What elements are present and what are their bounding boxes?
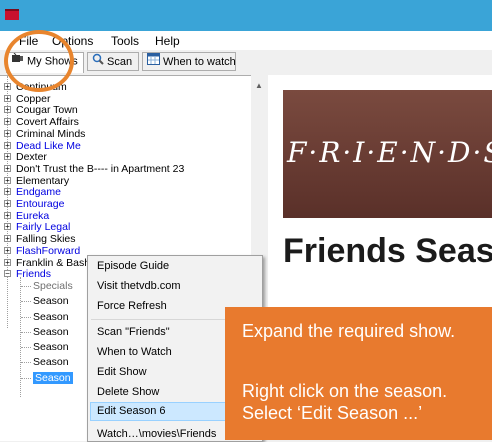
season-item-label: Season <box>33 310 69 323</box>
tree-item-label: Eureka <box>16 209 50 222</box>
expand-icon[interactable]: + <box>4 83 11 91</box>
tree-item-label: Endgame <box>16 186 61 199</box>
tree-connector <box>21 377 31 379</box>
expand-icon[interactable]: + <box>4 258 11 266</box>
menu-item-watch-folder[interactable]: Watch…\movies\Friends <box>97 428 216 440</box>
menu-bar: File Options Tools Help <box>0 31 492 50</box>
show-banner: F·R·I·E·N·D·S <box>283 90 492 218</box>
expand-icon[interactable]: + <box>4 223 11 231</box>
title-bar <box>0 0 492 31</box>
tree-item-label: Cougar Town <box>16 104 78 117</box>
tab-label: Scan <box>107 55 133 68</box>
menu-item-visit-thetvdb[interactable]: Visit thetvdb.com <box>97 280 181 292</box>
tree-connector <box>21 331 31 333</box>
season-item-label-selected: Season <box>33 371 73 384</box>
menu-item-force-refresh[interactable]: Force Refresh <box>97 300 167 312</box>
expand-icon[interactable]: + <box>4 188 11 196</box>
expand-icon[interactable]: + <box>4 246 11 254</box>
tree-connector <box>21 285 31 287</box>
tree-item-label: Dead Like Me <box>16 139 81 152</box>
menu-item-episode-guide[interactable]: Episode Guide <box>97 260 169 272</box>
collapse-icon[interactable]: − <box>4 270 11 278</box>
tree-item-label: Criminal Minds <box>16 127 86 140</box>
tree-connector <box>21 362 31 364</box>
highlight-circle <box>4 30 74 92</box>
tab-when-to-watch[interactable]: When to watch <box>142 52 236 71</box>
expand-icon[interactable]: + <box>4 118 11 126</box>
callout-line-1: Expand the required show. <box>242 321 456 341</box>
season-item-label: Season <box>33 356 69 369</box>
tv-icon[interactable] <box>5 9 19 20</box>
search-icon <box>92 53 104 71</box>
scroll-up-icon[interactable]: ▲ <box>255 81 263 90</box>
menu-item-edit-show[interactable]: Edit Show <box>97 366 147 378</box>
menu-item-when-to-watch[interactable]: When to Watch <box>97 346 172 358</box>
callout-line-3: Select ‘Edit Season ...’ <box>242 403 423 423</box>
tree-connector <box>21 347 31 349</box>
tutorial-callout: Expand the required show. Right click on… <box>225 307 492 440</box>
expand-icon[interactable]: + <box>4 153 11 161</box>
menu-item-delete-show[interactable]: Delete Show <box>97 386 159 398</box>
menu-item-edit-season[interactable]: Edit Season 6 <box>97 405 166 417</box>
tree-item-label: Copper <box>16 92 51 105</box>
tab-scan[interactable]: Scan <box>87 52 139 71</box>
menu-item-scan[interactable]: Scan "Friends" <box>97 326 170 338</box>
season-item-label: Season <box>33 341 69 354</box>
banner-text: F·R·I·E·N·D·S <box>287 136 492 169</box>
tab-label: When to watch <box>163 55 236 68</box>
tree-item-label: Elementary <box>16 174 70 187</box>
expand-icon[interactable]: + <box>4 94 11 102</box>
tree-item-label: Friends <box>16 268 52 281</box>
tree-connector <box>21 316 31 318</box>
tree-item-label: Entourage <box>16 198 65 210</box>
calendar-icon <box>147 53 160 71</box>
expand-icon[interactable]: + <box>4 176 11 184</box>
expand-icon[interactable]: + <box>4 164 11 172</box>
tree-item-label: FlashForward <box>16 244 81 257</box>
expand-icon[interactable]: + <box>4 200 11 208</box>
tree-item-label: Fairly Legal <box>16 221 71 234</box>
expand-icon[interactable]: + <box>4 141 11 149</box>
menu-tools[interactable]: Tools <box>111 34 139 48</box>
season-item-label: Season <box>33 295 69 308</box>
tree-item-label: Dexter <box>16 151 47 164</box>
callout-line-2: Right click on the season. <box>242 381 448 401</box>
tree-item-label: Don't Trust the B---- in Apartment 23 <box>16 162 185 175</box>
tree-item-label: Falling Skies <box>16 233 76 246</box>
tree-item-label: Franklin & Bash <box>16 256 91 269</box>
expand-icon[interactable]: + <box>4 211 11 219</box>
tree-item-label: Covert Affairs <box>16 116 79 129</box>
tree-connector <box>21 301 31 303</box>
season-item-label: Season <box>33 325 69 338</box>
expand-icon[interactable]: + <box>4 129 11 137</box>
tree-connector <box>20 276 21 397</box>
show-heading: Friends Season 6 <box>283 232 492 270</box>
season-item-label: Specials <box>33 279 73 292</box>
expand-icon[interactable]: + <box>4 106 11 114</box>
menu-help[interactable]: Help <box>155 34 180 48</box>
expand-icon[interactable]: + <box>4 235 11 243</box>
